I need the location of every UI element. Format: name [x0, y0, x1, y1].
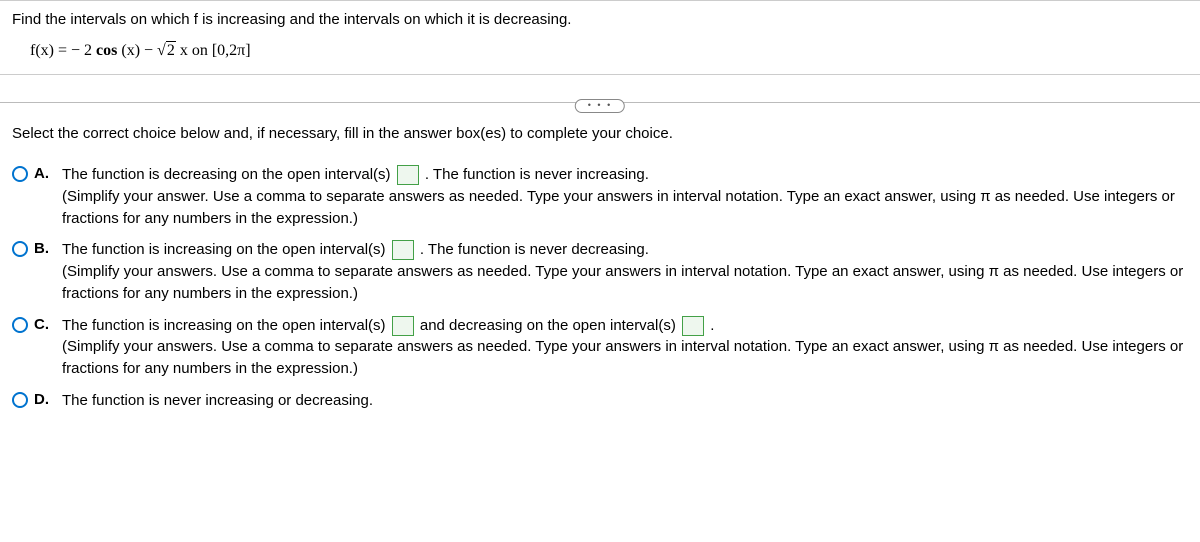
choice-c-answer-box-1[interactable]	[392, 316, 414, 336]
question-prompt: Find the intervals on which f is increas…	[12, 11, 1188, 28]
formula-mid: (x) −	[117, 42, 157, 59]
choice-b-hint: (Simplify your answers. Use a comma to s…	[62, 261, 1188, 305]
formula-cos: cos	[96, 42, 117, 59]
choice-letter: C.	[34, 316, 52, 333]
choice-c-text-mid: and decreasing on the open interval(s)	[416, 317, 680, 334]
question-formula: f(x) = − 2 cos (x) − √2 x on [0,2π]	[30, 42, 1188, 60]
choice-b: B. The function is increasing on the ope…	[12, 239, 1188, 304]
formula-suffix: x on [0,2π]	[176, 42, 251, 59]
choice-d-text: The function is never increasing or decr…	[62, 392, 373, 409]
radio-b[interactable]	[12, 241, 28, 257]
answer-area: Select the correct choice below and, if …	[0, 103, 1200, 432]
section-divider: • • •	[0, 75, 1200, 103]
choice-a: A. The function is decreasing on the ope…	[12, 164, 1188, 229]
choice-c-answer-box-2[interactable]	[682, 316, 704, 336]
choice-a-text-pre: The function is decreasing on the open i…	[62, 166, 395, 183]
choices-group: A. The function is decreasing on the ope…	[12, 164, 1188, 412]
question-area: Find the intervals on which f is increas…	[0, 1, 1200, 75]
choice-a-text-post: . The function is never increasing.	[421, 166, 649, 183]
choice-c: C. The function is increasing on the ope…	[12, 315, 1188, 380]
formula-prefix: f(x) = − 2	[30, 42, 96, 59]
choice-c-text-pre: The function is increasing on the open i…	[62, 317, 390, 334]
formula-radicand: 2	[166, 41, 176, 59]
choice-letter: B.	[34, 240, 52, 257]
choice-b-answer-box[interactable]	[392, 240, 414, 260]
radio-a[interactable]	[12, 166, 28, 182]
choice-c-hint: (Simplify your answers. Use a comma to s…	[62, 336, 1188, 380]
choice-d: D. The function is never increasing or d…	[12, 390, 1188, 412]
expand-button[interactable]: • • •	[575, 99, 625, 113]
answer-instruction: Select the correct choice below and, if …	[12, 125, 1188, 142]
radio-d[interactable]	[12, 392, 28, 408]
choice-c-text-post: .	[706, 317, 714, 334]
choice-b-text-post: . The function is never decreasing.	[416, 241, 649, 258]
choice-b-text-pre: The function is increasing on the open i…	[62, 241, 390, 258]
radio-c[interactable]	[12, 317, 28, 333]
choice-letter: D.	[34, 391, 52, 408]
choice-a-hint: (Simplify your answer. Use a comma to se…	[62, 186, 1188, 230]
choice-a-answer-box[interactable]	[397, 165, 419, 185]
choice-letter: A.	[34, 165, 52, 182]
